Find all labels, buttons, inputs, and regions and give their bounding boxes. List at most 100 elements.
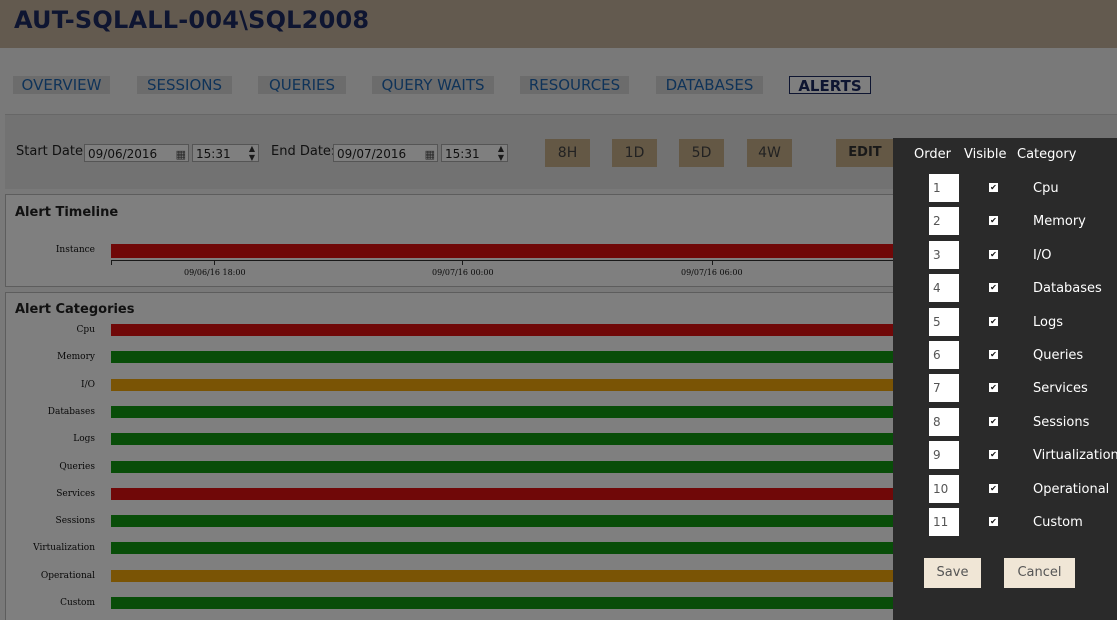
visible-header: Visible <box>964 147 1007 162</box>
order-input[interactable]: 7 <box>929 374 959 403</box>
edit-categories-panel: Order Visible Category 1 ✔ Cpu 2 ✔ Memory 3 ✔ I/… <box>893 138 1117 620</box>
alert-timeline-title: Alert Timeline <box>15 205 119 220</box>
end-date-input[interactable]: 09/07/2016 ▦ <box>333 144 438 162</box>
category-name: Custom <box>1033 515 1083 530</box>
tab-resources[interactable]: RESOURCES <box>520 76 629 94</box>
category-name: Sessions <box>1033 414 1090 430</box>
start-date-input[interactable]: 09/06/2016 ▦ <box>84 144 189 162</box>
visible-checkbox[interactable]: ✔ <box>989 249 998 259</box>
order-input[interactable]: 1 <box>929 174 959 202</box>
save-button[interactable]: Save <box>924 558 981 588</box>
timeline-row-label: Instance <box>55 245 95 255</box>
edit-row: 11 ✔ Custom <box>893 508 1117 538</box>
edit-row: 6 ✔ Queries <box>893 341 1117 371</box>
timeline-axis-tick <box>214 260 215 265</box>
range-1d-button[interactable]: 1D <box>612 139 657 167</box>
start-time-input[interactable]: 15:31 ▲ ▼ <box>192 144 259 162</box>
edit-row: 2 ✔ Memory <box>893 207 1117 237</box>
category-row-label: I/O <box>81 379 95 390</box>
category-row-label: Queries <box>59 461 95 472</box>
start-date-label: Start Date: <box>16 144 88 159</box>
end-time-value: 15:31 <box>445 147 480 161</box>
category-row-label: Services <box>56 488 95 499</box>
order-header: Order <box>914 147 951 162</box>
category-name: Queries <box>1033 348 1084 363</box>
cancel-button[interactable]: Cancel <box>1004 558 1075 588</box>
edit-row: 10 ✔ Operational <box>893 474 1117 505</box>
category-row-label: Operational <box>40 570 95 581</box>
category-name: Memory <box>1033 214 1086 230</box>
tab-alerts[interactable]: ALERTS <box>789 76 871 95</box>
category-row-label: Sessions <box>55 516 95 527</box>
tab-databases[interactable]: DATABASES <box>656 76 763 94</box>
server-title: AUT-SQLALL-004\SQL2008 <box>14 6 370 34</box>
visible-checkbox[interactable]: ✔ <box>989 283 998 293</box>
edit-row: 5 ✔ Logs <box>893 307 1117 338</box>
visible-checkbox[interactable]: ✔ <box>989 216 998 226</box>
order-input[interactable]: 4 <box>929 274 959 303</box>
order-input[interactable]: 6 <box>929 341 959 369</box>
category-name: Logs <box>1033 314 1063 330</box>
edit-categories-button[interactable]: EDIT <box>836 139 894 167</box>
timeline-axis-tick <box>462 260 463 265</box>
alert-categories-title: Alert Categories <box>15 302 135 317</box>
visible-checkbox[interactable]: ✔ <box>989 383 998 393</box>
order-input[interactable]: 5 <box>929 307 959 336</box>
category-row-label: Databases <box>47 406 95 417</box>
time-spinner-icon[interactable]: ▲ ▼ <box>249 144 255 162</box>
start-time-value: 15:31 <box>196 147 231 161</box>
order-input[interactable]: 2 <box>929 207 959 236</box>
title-bar: AUT-SQLALL-004\SQL2008 <box>0 0 1117 48</box>
timeline-tick-label: 09/06/16 18:00 <box>184 268 246 277</box>
order-input[interactable]: 9 <box>929 441 959 470</box>
category-row-label: Cpu <box>76 325 95 335</box>
range-8h-button[interactable]: 8H <box>545 139 590 167</box>
edit-row: 9 ✔ Virtualization <box>893 441 1117 471</box>
range-5d-button[interactable]: 5D <box>679 139 724 167</box>
visible-checkbox[interactable]: ✔ <box>989 517 998 526</box>
end-date-label: End Date: <box>271 144 336 159</box>
edit-row: 8 ✔ Sessions <box>893 407 1117 438</box>
start-date-value: 09/06/2016 <box>88 147 158 161</box>
order-input[interactable]: 3 <box>929 240 959 269</box>
category-row-label: Custom <box>60 598 95 608</box>
order-input[interactable]: 10 <box>929 474 959 503</box>
range-4w-button[interactable]: 4W <box>747 139 792 167</box>
edit-row: 3 ✔ I/O <box>893 240 1117 271</box>
category-name: Cpu <box>1033 181 1059 196</box>
category-row-label: Virtualization <box>33 543 95 554</box>
order-input[interactable]: 8 <box>929 407 959 436</box>
category-name: Operational <box>1033 481 1110 497</box>
tab-queries[interactable]: QUERIES <box>258 76 346 94</box>
calendar-icon[interactable]: ▦ <box>425 146 435 164</box>
visible-checkbox[interactable]: ✔ <box>989 483 998 493</box>
timeline-axis-tick <box>111 260 112 265</box>
tab-overview[interactable]: OVERVIEW <box>13 76 110 94</box>
category-header: Category <box>1017 147 1077 162</box>
order-input[interactable]: 11 <box>929 508 959 536</box>
visible-checkbox[interactable]: ✔ <box>989 350 998 359</box>
category-name: Services <box>1033 381 1088 397</box>
visible-checkbox[interactable]: ✔ <box>989 416 998 426</box>
visible-checkbox[interactable]: ✔ <box>989 183 998 192</box>
edit-row: 7 ✔ Services <box>893 374 1117 404</box>
category-name: Databases <box>1033 281 1102 297</box>
category-row-label: Memory <box>57 352 95 363</box>
category-name: I/O <box>1033 247 1052 263</box>
tab-sessions[interactable]: SESSIONS <box>137 76 232 94</box>
timeline-axis-tick <box>712 260 713 265</box>
edit-row: 4 ✔ Databases <box>893 274 1117 304</box>
tab-query-waits[interactable]: QUERY WAITS <box>372 76 494 94</box>
end-date-value: 09/07/2016 <box>337 147 407 161</box>
tab-bar: OVERVIEW SESSIONS QUERIES QUERY WAITS RE… <box>0 76 1117 96</box>
timeline-tick-label: 09/07/16 00:00 <box>432 268 494 277</box>
visible-checkbox[interactable]: ✔ <box>989 316 998 326</box>
timeline-tick-label: 09/07/16 06:00 <box>681 268 743 277</box>
visible-checkbox[interactable]: ✔ <box>989 450 998 460</box>
category-name: Virtualization <box>1033 448 1117 464</box>
end-time-input[interactable]: 15:31 ▲ ▼ <box>441 144 508 162</box>
time-spinner-icon[interactable]: ▲ ▼ <box>498 144 504 162</box>
edit-row: 1 ✔ Cpu <box>893 174 1117 204</box>
calendar-icon[interactable]: ▦ <box>176 146 186 164</box>
category-row-label: Logs <box>73 434 95 445</box>
